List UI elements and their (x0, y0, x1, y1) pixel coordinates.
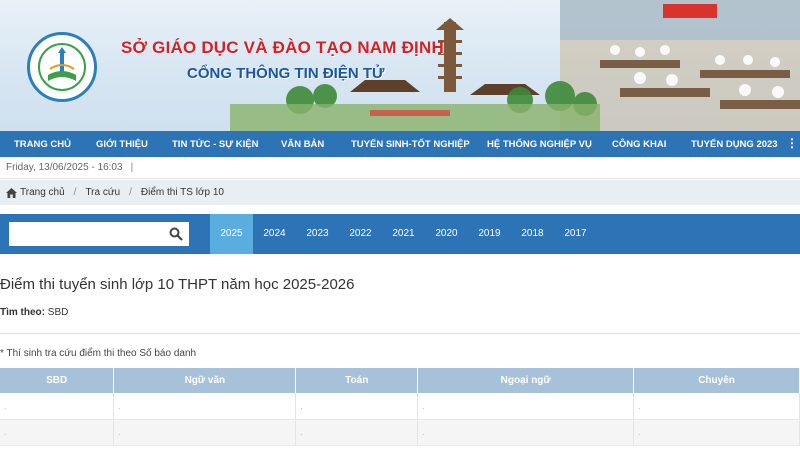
nav-item-about[interactable]: GIỚI THIỆU (96, 139, 148, 150)
tab-year-2023[interactable]: 2023 (296, 214, 339, 254)
table-cell: . (113, 393, 297, 420)
home-icon (6, 187, 17, 198)
banner-scenery (230, 0, 800, 131)
table-cell: . (0, 419, 115, 446)
find-by-label: Tìm theo: (0, 307, 45, 318)
date-bar: Friday, 13/06/2025 - 16:03 | (0, 157, 800, 179)
search-icon[interactable] (169, 227, 183, 241)
department-logo[interactable] (27, 32, 97, 102)
tab-year-2019[interactable]: 2019 (468, 214, 511, 254)
nav-item-recruitment[interactable]: TUYỂN DỤNG 2023 (691, 139, 778, 150)
breadcrumb-separator: / (73, 187, 77, 198)
table-cell: . (295, 419, 419, 446)
site-banner: SỞ GIÁO DỤC VÀ ĐÀO TẠO NAM ĐỊNH CỔNG THÔ… (0, 0, 800, 131)
flag-decoration (663, 4, 717, 18)
tab-year-2018[interactable]: 2018 (511, 214, 554, 254)
tab-year-2017[interactable]: 2017 (554, 214, 597, 254)
page-title: Điểm thi tuyển sinh lớp 10 THPT năm học … (0, 276, 355, 293)
current-datetime: Friday, 13/06/2025 - 16:03 (6, 162, 123, 173)
col-header-math: Toán (295, 368, 419, 393)
tab-year-2021[interactable]: 2021 (382, 214, 425, 254)
tab-year-2022[interactable]: 2022 (339, 214, 382, 254)
nav-item-documents[interactable]: VĂN BẢN (281, 139, 324, 150)
breadcrumb-lookup[interactable]: Tra cứu (85, 187, 120, 198)
table-cell: . (633, 393, 800, 420)
col-header-foreign-language: Ngoại ngữ (417, 368, 635, 393)
nav-more-icon[interactable]: ⋮ (786, 136, 798, 150)
nav-item-admissions[interactable]: TUYỂN SINH-TỐT NGHIỆP (351, 139, 470, 150)
breadcrumb-home[interactable]: Trang chủ (20, 187, 65, 198)
banner-subtitle: CỔNG THÔNG TIN ĐIỆN TỬ (187, 65, 385, 82)
table-cell: . (0, 393, 115, 420)
breadcrumb: Trang chủ / Tra cứu / Điểm thi TS lớp 10 (0, 180, 800, 205)
table-header-row: SBD Ngữ văn Toán Ngoại ngữ Chuyên (0, 368, 800, 393)
tab-year-2020[interactable]: 2020 (425, 214, 468, 254)
search-box (9, 222, 189, 246)
find-by-value: SBD (47, 307, 69, 318)
logo-emblem (38, 43, 86, 91)
banner-title: SỞ GIÁO DỤC VÀ ĐÀO TẠO NAM ĐỊNH (121, 38, 444, 57)
breadcrumb-separator: / (129, 187, 132, 198)
table-cell: . (633, 419, 800, 446)
lookup-note: * Thí sinh tra cứu điểm thi theo Số báo … (0, 348, 197, 359)
content-divider (0, 333, 800, 334)
table-row: . . . . . (0, 393, 800, 420)
tab-year-2025[interactable]: 2025 (210, 214, 253, 254)
year-tabs: 2025 2024 2023 2022 2021 2020 2019 2018 … (210, 214, 597, 254)
tab-year-2024[interactable]: 2024 (253, 214, 296, 254)
date-separator: | (130, 162, 134, 173)
nav-item-public[interactable]: CÔNG KHAI (612, 139, 666, 150)
breadcrumb-current: Điểm thi TS lớp 10 (140, 187, 224, 198)
table-cell: . (417, 419, 635, 446)
nav-item-systems[interactable]: HỆ THỐNG NGHIỆP VỤ (487, 139, 592, 150)
find-by-filter: Tìm theo: SBD (0, 307, 68, 318)
search-input[interactable] (9, 222, 159, 246)
col-header-sbd: SBD (0, 368, 115, 393)
results-table: SBD Ngữ văn Toán Ngoại ngữ Chuyên . . . … (0, 368, 800, 446)
nav-item-news[interactable]: TIN TỨC - SỰ KIỆN (172, 139, 258, 150)
table-row: . . . . . (0, 419, 800, 446)
main-nav: TRANG CHỦ GIỚI THIỆU TIN TỨC - SỰ KIỆN V… (0, 131, 800, 157)
search-year-bar: 2025 2024 2023 2022 2021 2020 2019 2018 … (0, 214, 800, 254)
table-cell: . (295, 393, 419, 420)
book-pen-icon (48, 47, 76, 81)
col-header-literature: Ngữ văn (113, 368, 297, 393)
nav-item-home[interactable]: TRANG CHỦ (14, 139, 71, 150)
table-cell: . (113, 419, 297, 446)
table-cell: . (417, 393, 635, 420)
col-header-specialized: Chuyên (633, 368, 800, 393)
